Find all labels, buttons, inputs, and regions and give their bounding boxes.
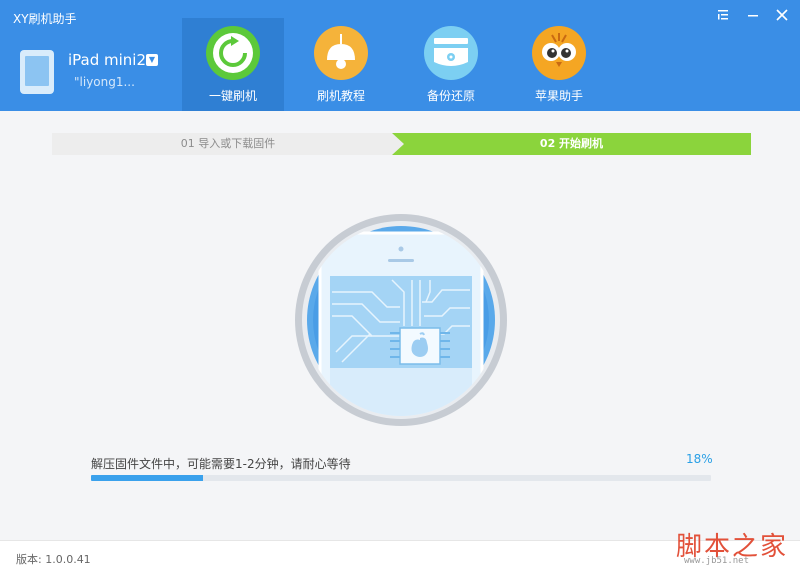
nav-item-apple-helper[interactable]: 苹果助手 <box>508 18 610 111</box>
nav-label: 备份还原 <box>426 89 475 103</box>
watermark-url: www.jb51.net <box>684 556 750 566</box>
device-name: iPad mini2 <box>68 51 147 69</box>
chevron-down-icon[interactable]: ▼ <box>146 54 158 66</box>
step-indicator: 01 导入或下载固件 02 开始刷机 <box>52 133 751 155</box>
step-import-firmware: 01 导入或下载固件 <box>52 133 404 155</box>
progress-bar <box>91 475 711 481</box>
owl-icon <box>532 26 586 80</box>
phone-illustration <box>295 214 507 426</box>
lamp-icon <box>314 26 368 80</box>
progress-message: 解压固件文件中，可能需要1-2分钟，请耐心等待 <box>91 457 351 471</box>
app-title: XY刷机助手 <box>13 12 77 26</box>
nav-label: 刷机教程 <box>316 89 365 103</box>
nav-item-backup[interactable]: 备份还原 <box>400 18 502 111</box>
nav-item-flash[interactable]: 一键刷机 <box>182 18 284 111</box>
progress-percent: 18% <box>686 452 713 466</box>
minimize-icon[interactable] <box>744 6 762 24</box>
list-menu-icon[interactable] <box>714 6 732 24</box>
device-user: "liyong1... <box>74 75 135 89</box>
refresh-icon <box>206 26 260 80</box>
close-icon[interactable] <box>773 6 791 24</box>
nav-label: 苹果助手 <box>534 89 583 103</box>
nav-item-tutorial[interactable]: 刷机教程 <box>290 18 392 111</box>
app-header: XY刷机助手 iPad mini2 ▼ "liyong1... 一键刷机 刷机教… <box>0 0 800 111</box>
step-start-flash: 02 开始刷机 <box>392 133 751 155</box>
nav-label: 一键刷机 <box>208 89 257 103</box>
version-label: 版本: 1.0.0.41 <box>16 553 91 566</box>
tablet-icon <box>20 50 54 94</box>
disk-icon <box>424 26 478 80</box>
progress-fill <box>91 475 203 481</box>
